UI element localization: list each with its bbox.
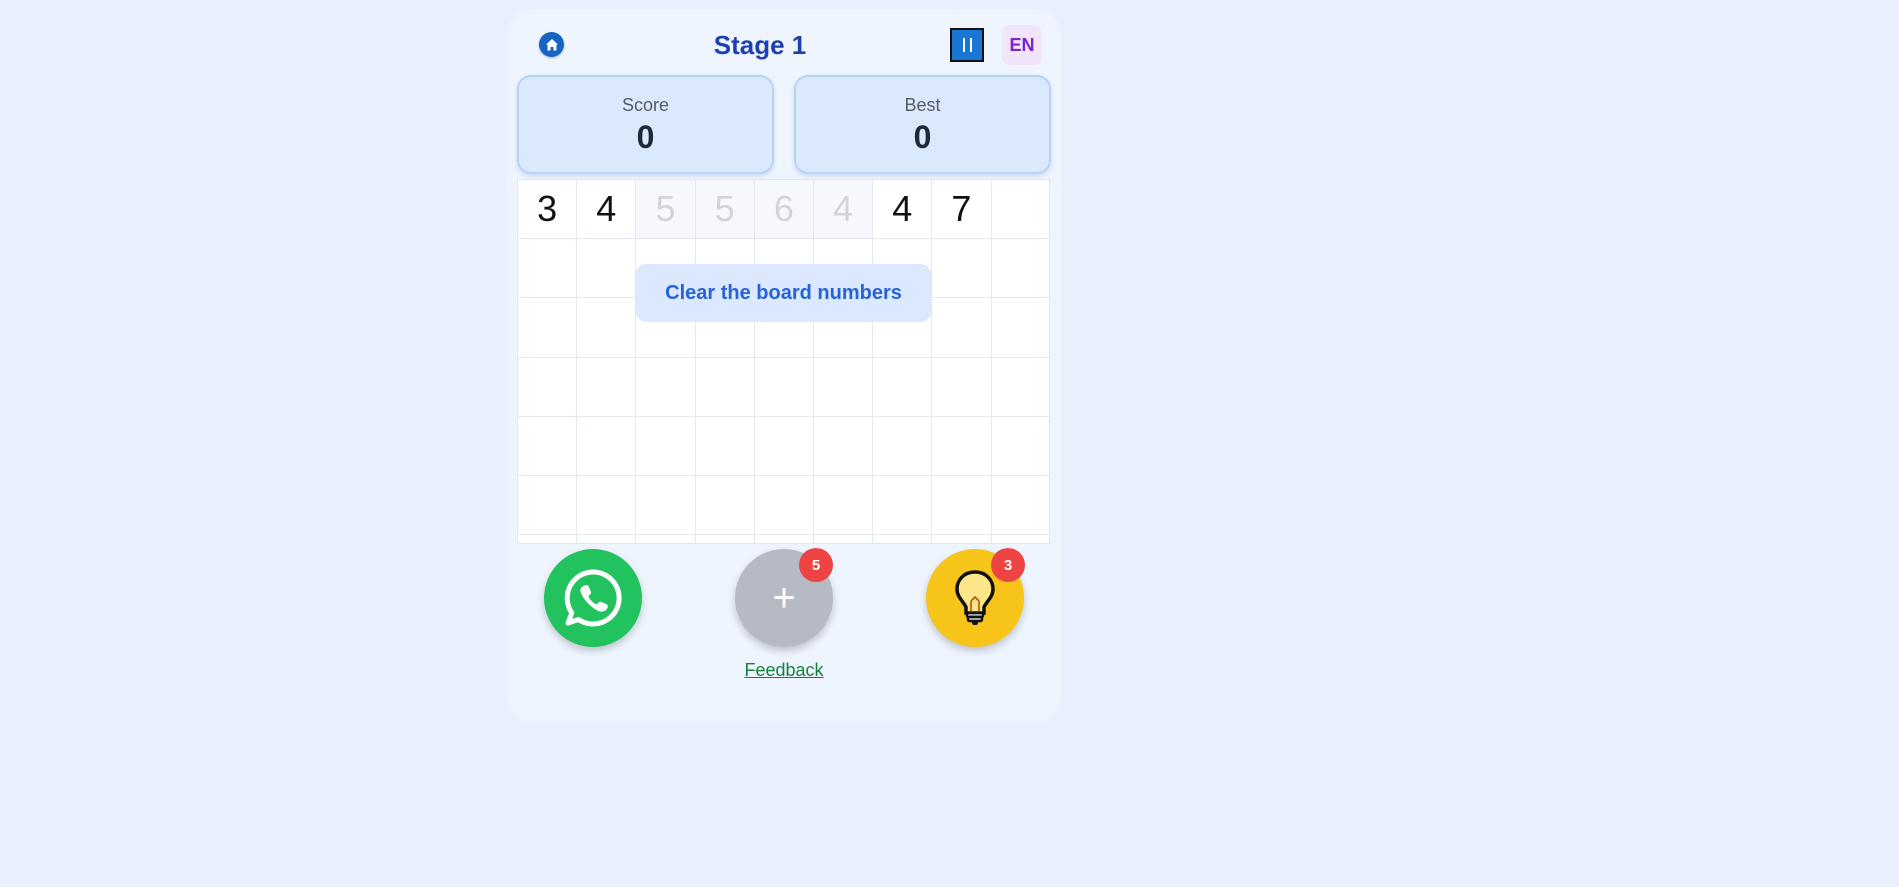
board-cell[interactable]: [813, 475, 874, 536]
best-value: 0: [913, 119, 932, 155]
instruction-toast: Clear the board numbers: [635, 264, 932, 322]
board-cell[interactable]: [577, 475, 637, 536]
home-button[interactable]: [539, 32, 564, 57]
score-label: Score: [621, 95, 670, 115]
board-cell[interactable]: 7: [932, 180, 992, 240]
board-cell[interactable]: [813, 416, 874, 476]
whatsapp-icon: [564, 569, 622, 627]
board-cell[interactable]: [577, 298, 637, 358]
board-cell[interactable]: [991, 180, 1049, 240]
board-cell[interactable]: 5: [695, 180, 755, 240]
board-cell[interactable]: [754, 416, 814, 476]
board-cell[interactable]: [992, 535, 1050, 543]
board-cell[interactable]: [754, 475, 814, 536]
board-cell[interactable]: [696, 535, 755, 543]
board-cell[interactable]: [814, 535, 874, 543]
board-cell[interactable]: 6: [754, 180, 814, 240]
board-cell[interactable]: [577, 239, 637, 299]
board-cell[interactable]: 5: [636, 180, 696, 240]
stage-title: Stage 1: [713, 30, 807, 60]
board-cell[interactable]: [991, 298, 1049, 358]
board-cell[interactable]: [577, 535, 637, 543]
score-value: 0: [636, 119, 655, 155]
game-board: 34556447: [517, 179, 1050, 544]
board-cell[interactable]: [695, 475, 755, 536]
board-cell[interactable]: [577, 357, 637, 417]
pause-icon: [962, 38, 965, 52]
share-whatsapp-button[interactable]: [544, 549, 642, 647]
board-cell[interactable]: [932, 357, 992, 417]
board-cell[interactable]: [695, 416, 755, 476]
lightbulb-icon: [955, 570, 995, 625]
board-cell[interactable]: [695, 357, 755, 417]
board-cell[interactable]: [873, 475, 933, 536]
board-cell[interactable]: [636, 475, 696, 536]
feedback-link[interactable]: Feedback: [700, 658, 868, 682]
board-cell[interactable]: [932, 475, 992, 536]
home-icon: [545, 38, 558, 50]
board-cell[interactable]: [873, 357, 933, 417]
board-cell[interactable]: [577, 416, 637, 476]
board-cell[interactable]: 4: [813, 180, 874, 240]
board-cell[interactable]: [932, 239, 992, 299]
board-cell[interactable]: 4: [577, 180, 637, 240]
score-card: Score 0: [517, 75, 774, 174]
plus-icon: +: [772, 575, 796, 620]
board-cell[interactable]: [932, 416, 992, 476]
board-cell[interactable]: [873, 535, 933, 543]
board-cell[interactable]: [518, 298, 578, 358]
hint-count-badge: 3: [991, 548, 1025, 582]
add-count-badge: 5: [799, 548, 833, 582]
best-label: Best: [904, 95, 941, 115]
board-cell[interactable]: [636, 357, 696, 417]
pause-button[interactable]: [950, 28, 984, 62]
best-card: Best 0: [794, 75, 1051, 174]
board-cell[interactable]: [991, 476, 1049, 536]
board-cell[interactable]: [755, 535, 814, 543]
board-cell[interactable]: [991, 417, 1049, 476]
board-cell[interactable]: [932, 298, 992, 358]
board-cell[interactable]: [873, 416, 933, 476]
board-cell[interactable]: [518, 416, 578, 476]
board-cell[interactable]: [754, 357, 814, 417]
language-button[interactable]: EN: [1002, 25, 1042, 65]
board-cell[interactable]: [636, 535, 696, 543]
board-cell[interactable]: [518, 475, 578, 536]
board-cell[interactable]: [991, 239, 1049, 299]
board-cell[interactable]: [991, 358, 1049, 417]
board-cell[interactable]: [518, 357, 578, 417]
board-cell[interactable]: 4: [873, 180, 933, 240]
board-cell[interactable]: [636, 416, 696, 476]
board-cell[interactable]: [518, 239, 578, 299]
board-cell[interactable]: [813, 357, 874, 417]
board-cell[interactable]: [518, 535, 578, 543]
board-cell[interactable]: [932, 535, 992, 543]
board-grid: 34556447: [518, 180, 1050, 543]
board-cell[interactable]: 3: [518, 180, 578, 240]
